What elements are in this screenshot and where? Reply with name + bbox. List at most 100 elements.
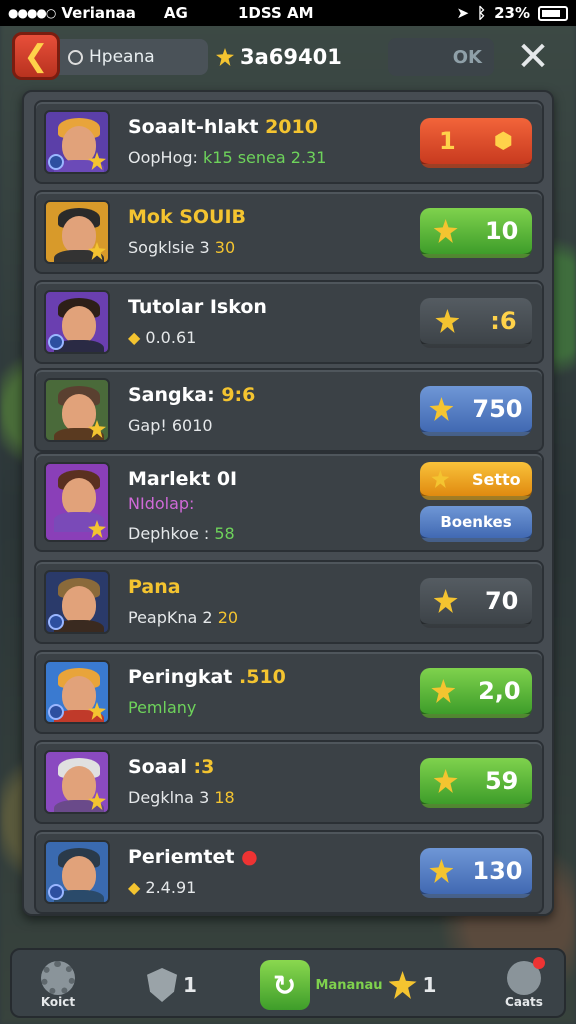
nav-settings-label: Koict — [40, 995, 76, 1009]
player-name: Marlekt 0I — [128, 468, 238, 490]
nav-home-count: 1 — [422, 973, 437, 997]
search-icon — [68, 49, 83, 65]
clock: 1DSS AM — [238, 4, 314, 22]
avatar — [44, 290, 110, 354]
bonus-button[interactable]: Boenkes — [420, 506, 532, 542]
nav-profile-label: Caats — [505, 995, 543, 1009]
nav-guild[interactable]: 1 — [142, 956, 202, 1014]
player-name: Periemtet ● — [128, 846, 258, 868]
location-icon: ➤ — [456, 4, 470, 22]
player-name: Soaal :3 — [128, 756, 215, 778]
avatar — [44, 750, 110, 814]
rank-badge-icon — [48, 884, 64, 900]
player-name: Peringkat .510 — [128, 666, 286, 688]
star-icon — [429, 397, 454, 421]
nav-guild-count: 1 — [183, 973, 197, 997]
avatar — [44, 570, 110, 634]
leaderboard-row[interactable]: Marlekt 0I NIdolap: Dephkoe : 58 Setto B… — [34, 452, 544, 552]
score-button[interactable]: Setto — [420, 462, 532, 500]
leaderboard-row[interactable]: Tutolar Iskon ◆ 0.0.61 :6 — [34, 280, 544, 364]
bottom-nav: Koict 1 ↻ Mananau 1 Caats — [10, 948, 566, 1018]
player-stats: Degklna 3 18 — [128, 788, 235, 807]
score-button[interactable]: :6 — [420, 298, 532, 348]
score-button[interactable]: 130 — [420, 848, 532, 898]
leaderboard-row[interactable]: Periemtet ● ◆ 2.4.91 130 — [34, 830, 544, 914]
score-button[interactable]: 10 — [420, 208, 532, 258]
search-placeholder: Hpeana — [89, 47, 155, 67]
top-bar: Hpeana ❮ 3a69401 OK ✕ — [10, 30, 566, 84]
player-stats: ◆ 0.0.61 — [128, 328, 197, 347]
network-type: AG — [163, 4, 188, 22]
coin-count: 3a69401 — [240, 45, 342, 69]
avatar — [44, 200, 110, 264]
player-name: Soaalt-hlakt 2010 — [128, 116, 318, 138]
close-button[interactable]: ✕ — [510, 34, 556, 80]
avatar — [44, 660, 110, 724]
shield-badge-icon: ⬢ — [493, 128, 513, 154]
ok-button[interactable]: OK — [388, 38, 494, 76]
close-icon: ✕ — [516, 34, 550, 80]
star-icon — [433, 769, 458, 793]
player-name: Sangka: 9:6 — [128, 384, 256, 406]
avatar — [44, 462, 110, 542]
score-button[interactable]: 59 — [420, 758, 532, 808]
coin-icon — [216, 48, 234, 66]
status-bar: ●●●●○ Verianaa AG 1DSS AM ➤ ᛒ 23% — [0, 0, 576, 26]
rank-badge-icon — [48, 704, 64, 720]
leaderboard-row[interactable]: Peringkat .510 Pemlany 2,0 — [34, 650, 544, 734]
leaderboard-row[interactable]: Soaal :3 Degklna 3 18 59 — [34, 740, 544, 824]
player-status: Pemlany — [128, 698, 197, 717]
leaderboard-row[interactable]: Sangka: 9:6 Gap! 6010 750 — [34, 368, 544, 452]
leaderboard-row[interactable]: Soaalt-hlakt 2010 OopHog: k15 senea 2.31… — [34, 100, 544, 184]
player-tag: NIdolap: — [128, 494, 195, 513]
gear-icon — [41, 961, 75, 995]
leaderboard-panel: Soaalt-hlakt 2010 OopHog: k15 senea 2.31… — [22, 90, 554, 916]
carrier-name: Verianaa — [61, 4, 136, 22]
search-input[interactable]: Hpeana — [58, 39, 208, 75]
back-button[interactable]: ❮ — [12, 32, 60, 80]
rank-badge-icon — [48, 154, 64, 170]
star-icon — [431, 679, 456, 703]
rank-badge-icon — [48, 334, 64, 350]
nav-home[interactable]: ↻ Mananau 1 — [258, 956, 438, 1014]
score-button[interactable]: 2,0 — [420, 668, 532, 718]
player-name: Pana — [128, 576, 181, 598]
player-stats: Dephkoe : 58 — [128, 524, 235, 543]
coin-icon: ◆ — [128, 328, 141, 347]
star-icon — [433, 589, 458, 613]
score-button[interactable]: 1 ⬢ — [420, 118, 532, 168]
player-stats: OopHog: k15 senea 2.31 — [128, 148, 327, 167]
score-button[interactable]: 750 — [420, 386, 532, 436]
user-icon — [507, 957, 545, 995]
star-icon — [433, 219, 458, 243]
star-icon — [431, 470, 450, 488]
alert-icon: ● — [241, 846, 258, 868]
star-icon — [429, 859, 454, 883]
chevron-left-icon: ❮ — [23, 38, 49, 74]
player-stats: ◆ 2.4.91 — [128, 878, 197, 897]
leaderboard-row[interactable]: Pana PeapKna 2 20 70 — [34, 560, 544, 644]
player-name: Tutolar Iskon — [128, 296, 267, 318]
home-icon: ↻ — [259, 960, 310, 1010]
avatar — [44, 840, 110, 904]
leaderboard-row[interactable]: Mok SOUIB Sogklsie 3 30 10 — [34, 190, 544, 274]
nav-profile[interactable]: Caats — [496, 956, 552, 1014]
coin-icon — [388, 971, 417, 999]
nav-settings[interactable]: Koict — [34, 956, 82, 1014]
nav-home-label: Mananau — [315, 977, 383, 993]
avatar — [44, 378, 110, 442]
star-icon — [435, 309, 460, 333]
bluetooth-icon: ᛒ — [477, 4, 487, 22]
coin-icon: ◆ — [128, 878, 141, 897]
battery-percent: 23% — [494, 4, 530, 22]
player-stats: PeapKna 2 20 — [128, 608, 239, 627]
player-stats: Sogklsie 3 30 — [128, 238, 236, 257]
avatar — [44, 110, 110, 174]
signal-dots-icon: ●●●●○ — [8, 6, 56, 20]
score-button[interactable]: 70 — [420, 578, 532, 628]
shield-icon — [147, 968, 178, 1002]
player-stats: Gap! 6010 — [128, 416, 213, 435]
rank-badge-icon — [48, 614, 64, 630]
battery-icon — [538, 5, 568, 21]
coin-display: 3a69401 — [216, 38, 342, 76]
